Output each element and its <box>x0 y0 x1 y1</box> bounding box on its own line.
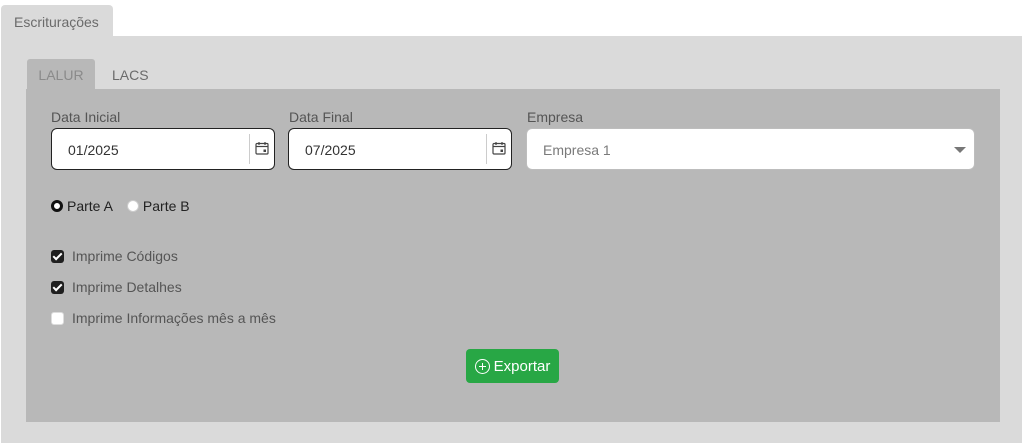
export-button[interactable]: Exportar <box>466 349 559 383</box>
checkbox-imprime-mes-a-mes-label: Imprime Informações mês a mês <box>72 310 276 326</box>
radio-parte-a-label: Parte A <box>67 198 113 214</box>
calendar-icon[interactable] <box>492 141 506 155</box>
tab-lacs[interactable]: LACS <box>101 59 157 89</box>
radio-parte-a-indicator[interactable] <box>51 200 63 212</box>
checkbox-imprime-codigos-label: Imprime Códigos <box>72 248 178 264</box>
tab-lacs-label: LACS <box>112 67 149 83</box>
data-final-input[interactable]: 07/2025 <box>288 128 512 170</box>
tab-lalur[interactable]: LALUR <box>27 59 95 89</box>
checkbox-imprime-detalhes-label: Imprime Detalhes <box>72 279 182 295</box>
checkbox-imprime-detalhes-box[interactable] <box>51 280 64 294</box>
empresa-label: Empresa <box>527 109 584 125</box>
export-button-label: Exportar <box>493 357 551 375</box>
radio-parte-b-indicator[interactable] <box>126 200 139 212</box>
tab-lalur-label: LALUR <box>38 67 84 83</box>
checkbox-imprime-mes-a-mes[interactable]: Imprime Informações mês a mês <box>51 309 276 327</box>
chevron-down-icon <box>954 147 966 153</box>
checkbox-imprime-codigos[interactable]: Imprime Códigos <box>51 247 178 265</box>
tab-escrituracoes[interactable]: Escriturações <box>1 5 113 37</box>
input-divider <box>486 134 487 164</box>
data-inicial-input[interactable]: 01/2025 <box>51 128 275 170</box>
empresa-value: Empresa 1 <box>543 142 611 158</box>
data-inicial-label: Data Inicial <box>51 109 121 125</box>
lalur-form: Data Inicial 01/2025 Data Final 07/2025 … <box>26 89 1000 422</box>
empresa-select[interactable]: Empresa 1 <box>526 128 975 170</box>
checkbox-imprime-detalhes[interactable]: Imprime Detalhes <box>51 278 182 296</box>
data-inicial-value: 01/2025 <box>68 142 119 158</box>
calendar-icon[interactable] <box>255 141 269 155</box>
data-final-label: Data Final <box>289 109 353 125</box>
tab-escrituracoes-label: Escriturações <box>14 14 99 30</box>
radio-parte-b-label: Parte B <box>142 198 190 214</box>
checkbox-imprime-codigos-box[interactable] <box>51 249 64 263</box>
plus-circle-icon <box>474 358 490 374</box>
input-divider <box>249 134 250 164</box>
radio-parte-a[interactable]: Parte A <box>51 198 113 214</box>
checkbox-imprime-mes-a-mes-box[interactable] <box>51 311 64 325</box>
parte-radio-group: Parte A Parte B <box>51 197 204 215</box>
radio-parte-b[interactable]: Parte B <box>126 198 190 214</box>
data-final-value: 07/2025 <box>305 142 356 158</box>
